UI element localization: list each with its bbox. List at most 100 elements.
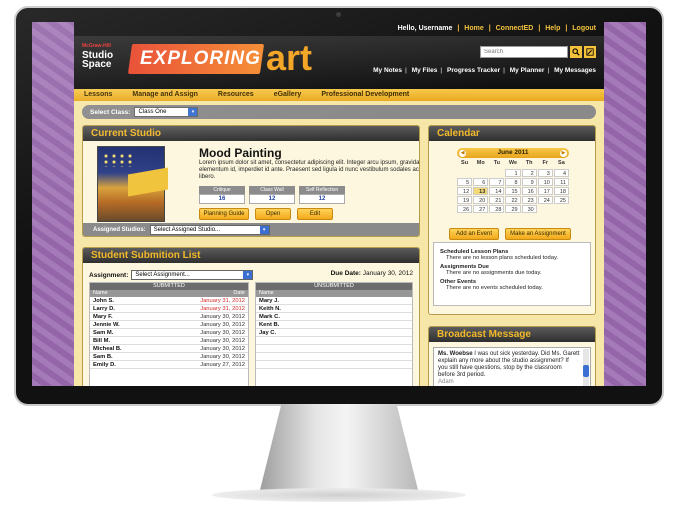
submitted-row[interactable]: John S. January 31, 2012 bbox=[90, 297, 248, 305]
calendar-day[interactable]: 5 bbox=[457, 178, 473, 186]
submitted-row[interactable]: Mary F. January 30, 2012 bbox=[90, 313, 248, 321]
class-select-dropdown[interactable]: Class One ▾ bbox=[134, 107, 199, 117]
weekday-header: Mo bbox=[476, 160, 485, 166]
current-studio-panel: Current Studio Mood Painting Lorem ipsum… bbox=[82, 125, 420, 237]
self-reflection-stat[interactable]: Self Reflection 12 bbox=[299, 186, 345, 204]
column-header-name[interactable]: Name bbox=[93, 290, 108, 297]
calendar-day[interactable]: 8 bbox=[505, 178, 521, 186]
calendar-day[interactable]: 17 bbox=[537, 187, 553, 195]
make-assignment-button[interactable]: Make an Assignment bbox=[505, 228, 571, 240]
submitted-row[interactable]: Emily D. January 27, 2012 bbox=[90, 361, 248, 369]
next-month-icon[interactable]: ▶ bbox=[560, 150, 567, 157]
unsubmitted-row[interactable]: Mark C. bbox=[256, 313, 412, 321]
calendar-day[interactable]: 12 bbox=[457, 187, 473, 195]
broadcast-message-box[interactable]: Ms. Woebse I was out sick yesterday. Did… bbox=[433, 347, 591, 386]
unsubmitted-row[interactable]: Jay C. bbox=[256, 329, 412, 337]
submitted-row[interactable]: Sam B. January 30, 2012 bbox=[90, 353, 248, 361]
nav-professional-development[interactable]: Professional Development bbox=[321, 91, 409, 99]
edit-button[interactable] bbox=[584, 46, 596, 58]
column-header-name[interactable]: Name bbox=[259, 290, 274, 297]
calendar-day[interactable]: 23 bbox=[521, 196, 537, 204]
my-planner-link[interactable]: My Planner bbox=[510, 67, 545, 74]
message-scrollbar[interactable] bbox=[583, 349, 589, 386]
my-notes-link[interactable]: My Notes bbox=[373, 67, 402, 74]
calendar-day[interactable]: 2 bbox=[521, 169, 537, 177]
submitted-row[interactable]: Sam M. January 30, 2012 bbox=[90, 329, 248, 337]
student-name: Mark C. bbox=[259, 314, 280, 320]
nav-resources[interactable]: Resources bbox=[218, 91, 254, 99]
calendar-day[interactable]: 11 bbox=[553, 178, 569, 186]
submission-date: January 27, 2012 bbox=[200, 362, 245, 368]
calendar-day[interactable]: 24 bbox=[537, 196, 553, 204]
submitted-row[interactable]: Larry D. January 31, 2012 bbox=[90, 305, 248, 313]
calendar-day[interactable]: 26 bbox=[457, 205, 473, 213]
calendar-day[interactable]: 4 bbox=[553, 169, 569, 177]
calendar-day[interactable]: 25 bbox=[553, 196, 569, 204]
submission-date: January 30, 2012 bbox=[200, 330, 245, 336]
calendar-day[interactable]: 22 bbox=[505, 196, 521, 204]
weekday-header: We bbox=[508, 160, 518, 166]
unsubmitted-row[interactable]: Kent B. bbox=[256, 321, 412, 329]
previous-month-icon[interactable]: ◀ bbox=[459, 150, 466, 157]
open-button[interactable]: Open bbox=[255, 208, 291, 220]
weekday-header: Fr bbox=[542, 160, 549, 166]
calendar-day[interactable]: 7 bbox=[489, 178, 505, 186]
my-files-link[interactable]: My Files bbox=[412, 67, 438, 74]
calendar-day[interactable]: 9 bbox=[521, 178, 537, 186]
submission-date: January 30, 2012 bbox=[200, 322, 245, 328]
unsubmitted-row bbox=[256, 353, 412, 361]
home-link[interactable]: Home bbox=[464, 25, 483, 32]
progress-tracker-link[interactable]: Progress Tracker bbox=[447, 67, 500, 74]
submitted-row[interactable]: Bill M. January 30, 2012 bbox=[90, 337, 248, 345]
calendar-day[interactable]: 14 bbox=[489, 187, 505, 195]
connected-link[interactable]: ConnectED bbox=[496, 25, 534, 32]
calendar-day-today[interactable]: 13 bbox=[473, 187, 489, 195]
stat-value: 16 bbox=[199, 194, 245, 204]
nav-lessons[interactable]: Lessons bbox=[84, 91, 112, 99]
class-select-bar: Select Class: Class One ▾ bbox=[82, 105, 596, 119]
stat-label: Class Wall bbox=[249, 186, 295, 194]
stat-label: Critique bbox=[199, 186, 245, 194]
calendar-day[interactable]: 29 bbox=[505, 205, 521, 213]
submission-heading: Student Submition List bbox=[83, 248, 419, 263]
studio-artwork-thumbnail[interactable] bbox=[97, 146, 168, 222]
studio-space-brand[interactable]: McGraw-Hill Studio Space bbox=[82, 42, 113, 70]
submitted-row[interactable]: Jennie W. January 30, 2012 bbox=[90, 321, 248, 329]
student-name: Sam M. bbox=[93, 330, 114, 336]
submitted-row[interactable]: Micheal B. January 30, 2012 bbox=[90, 345, 248, 353]
calendar-day[interactable]: 6 bbox=[473, 178, 489, 186]
calendar-day[interactable]: 19 bbox=[457, 196, 473, 204]
calendar-day[interactable]: 27 bbox=[473, 205, 489, 213]
calendar-day[interactable]: 20 bbox=[473, 196, 489, 204]
calendar-day[interactable]: 1 bbox=[505, 169, 521, 177]
calendar-day[interactable]: 3 bbox=[537, 169, 553, 177]
calendar-day[interactable]: 28 bbox=[489, 205, 505, 213]
weekday-header: Th bbox=[525, 160, 533, 166]
unsubmitted-row[interactable]: Mary J. bbox=[256, 297, 412, 305]
my-messages-link[interactable]: My Messages bbox=[554, 67, 596, 74]
submitted-table: SUBMITTED Name Date John S. January 31, 2… bbox=[89, 282, 249, 386]
calendar-grid: Su Mo Tu We Th Fr Sa 1 2 3 4 5 6 7 8 9 10 11 12 13 14 15 16 17 1… bbox=[457, 160, 569, 213]
column-header-date[interactable]: Date bbox=[233, 290, 245, 297]
unsubmitted-row[interactable]: Keith N. bbox=[256, 305, 412, 313]
logout-link[interactable]: Logout bbox=[572, 25, 596, 32]
calendar-day[interactable]: 10 bbox=[537, 178, 553, 186]
assignment-dropdown[interactable]: Select Assignment... ▾ bbox=[131, 270, 254, 280]
calendar-day[interactable]: 30 bbox=[521, 205, 537, 213]
calendar-day[interactable]: 15 bbox=[505, 187, 521, 195]
add-event-button[interactable]: Add an Event bbox=[449, 228, 499, 240]
calendar-day[interactable]: 18 bbox=[553, 187, 569, 195]
nav-egallery[interactable]: eGallery bbox=[274, 91, 302, 99]
critique-stat[interactable]: Critique 16 bbox=[199, 186, 245, 204]
class-wall-stat[interactable]: Class Wall 12 bbox=[249, 186, 295, 204]
edit-studio-button[interactable]: Edit bbox=[297, 208, 333, 220]
help-link[interactable]: Help bbox=[545, 25, 560, 32]
nav-manage-and-assign[interactable]: Manage and Assign bbox=[132, 91, 197, 99]
calendar-day[interactable]: 21 bbox=[489, 196, 505, 204]
search-button[interactable] bbox=[570, 46, 582, 58]
calendar-day[interactable]: 16 bbox=[521, 187, 537, 195]
submission-date: January 31, 2012 bbox=[200, 306, 245, 312]
assigned-studio-dropdown[interactable]: Select Assigned Studio... ▾ bbox=[149, 224, 270, 235]
planning-guide-button[interactable]: Planning Guide bbox=[199, 208, 249, 220]
search-input[interactable] bbox=[480, 46, 568, 58]
